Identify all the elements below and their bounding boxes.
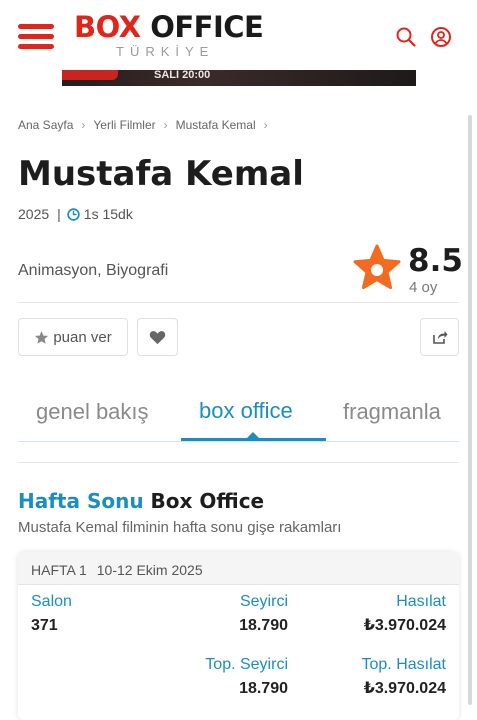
- chevron-right-icon: ›: [263, 118, 268, 132]
- star-outline-icon: [35, 330, 49, 344]
- breadcrumb-current[interactable]: Mustafa Kemal: [176, 118, 256, 132]
- banner-text: SALI 20:00: [154, 70, 211, 81]
- heart-icon: [149, 330, 166, 344]
- tabs-baseline: [18, 441, 459, 442]
- divider: [18, 462, 459, 463]
- section-subtitle: Mustafa Kemal filminin hafta sonu gişe r…: [18, 519, 342, 536]
- movie-meta: 2025 | 1s 15dk: [18, 206, 133, 222]
- active-tab-indicator: [181, 438, 326, 441]
- top-hasilat-value: ₺3.970.024: [363, 680, 446, 697]
- chevron-right-icon: ›: [81, 118, 86, 132]
- user-icon[interactable]: [430, 26, 452, 48]
- promo-banner[interactable]: SALI 20:00: [62, 70, 416, 86]
- active-tab-caret: [247, 432, 259, 438]
- movie-year: 2025: [18, 206, 50, 222]
- movie-genres: Animasyon, Biyografi: [18, 262, 169, 279]
- salon-value: 371: [31, 617, 58, 634]
- tab-fragmanlar[interactable]: fragmanla: [343, 397, 459, 427]
- top-seyirci-label: Top. Seyirci: [205, 656, 288, 673]
- hamburger-menu-icon[interactable]: [18, 24, 54, 50]
- star-icon: [353, 244, 401, 290]
- breadcrumb: Ana Sayfa › Yerli Filmler › Mustafa Kemal ›: [18, 116, 276, 134]
- clock-icon: [67, 208, 80, 221]
- tab-box-office[interactable]: box office: [199, 396, 293, 426]
- site-logo[interactable]: BOX OFFICE TÜRKİYE: [74, 10, 264, 62]
- share-icon: [432, 331, 447, 344]
- movie-duration: 1s 15dk: [83, 206, 133, 222]
- rate-button-label: puan ver: [53, 328, 112, 346]
- week-dates: 10-12 Ekim 2025: [96, 562, 203, 578]
- logo-subtitle: TÜRKİYE: [116, 44, 215, 59]
- chevron-right-icon: ›: [163, 118, 168, 132]
- rate-button[interactable]: puan ver: [18, 318, 128, 356]
- salon-label: Salon: [31, 593, 72, 610]
- logo-wordmark: BOX OFFICE: [74, 10, 264, 44]
- favorite-button[interactable]: [137, 318, 178, 356]
- week-card-header: HAFTA 1 10-12 Ekim 2025: [18, 552, 459, 585]
- breadcrumb-home[interactable]: Ana Sayfa: [18, 118, 73, 132]
- week-card: HAFTA 1 10-12 Ekim 2025 Salon 371 Seyirci…: [18, 552, 459, 720]
- seyirci-value: 18.790: [239, 617, 288, 634]
- top-seyirci-value: 18.790: [239, 680, 288, 697]
- site-header: BOX OFFICE TÜRKİYE: [0, 0, 477, 70]
- tab-genel-bakis[interactable]: genel bakış: [36, 397, 149, 427]
- top-hasilat-label: Top. Hasılat: [361, 656, 446, 673]
- hasilat-value: ₺3.970.024: [363, 617, 446, 634]
- search-icon[interactable]: [395, 26, 417, 48]
- week-label: HAFTA 1 10-12 Ekim 2025: [31, 562, 203, 578]
- section-title: Hafta Sonu Box Office: [18, 489, 265, 513]
- divider: [18, 302, 459, 303]
- page-scrollbar[interactable]: [468, 115, 472, 705]
- breadcrumb-yerli-filmler[interactable]: Yerli Filmler: [93, 118, 155, 132]
- share-button[interactable]: [420, 318, 459, 356]
- seyirci-label: Seyirci: [239, 593, 288, 610]
- hasilat-label: Hasılat: [396, 593, 446, 610]
- rating-count: 4 oy: [409, 279, 438, 296]
- banner-red-badge: [62, 70, 118, 80]
- movie-title: Mustafa Kemal: [18, 154, 304, 194]
- rating-value: 8.5: [408, 243, 463, 279]
